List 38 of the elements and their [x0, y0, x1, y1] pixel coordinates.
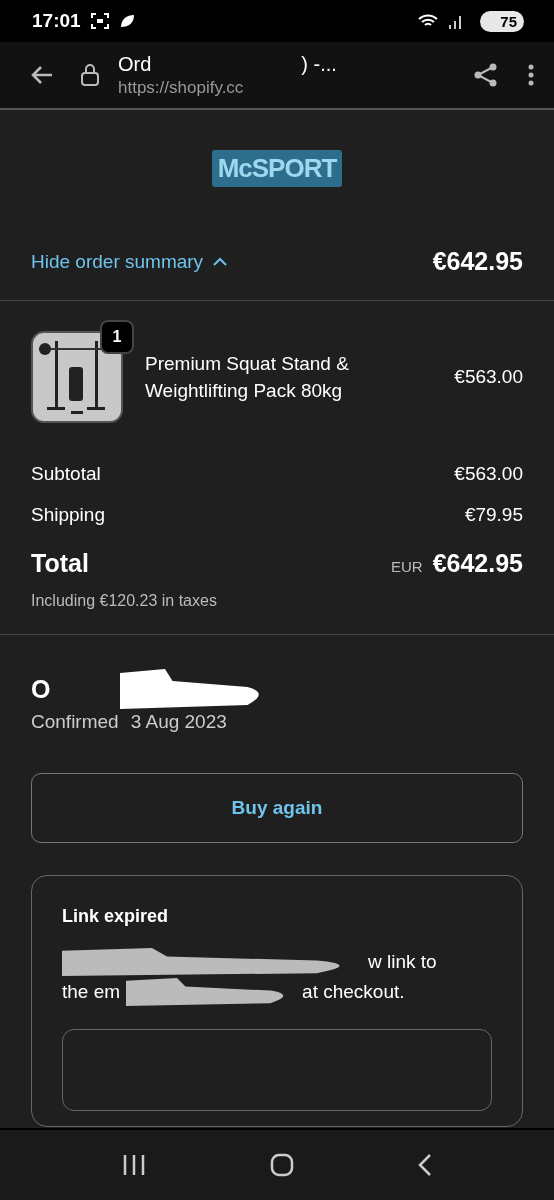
currency-code: EUR [390, 558, 423, 575]
product-price: €563.00 [454, 366, 523, 388]
page-title: Ord [118, 52, 152, 76]
total-label: Total [31, 549, 89, 578]
order-title: O [31, 674, 51, 704]
cost-value: €563.00 [454, 462, 523, 485]
card-text: w link to [368, 951, 437, 973]
back-icon [418, 1153, 432, 1177]
cost-label: Shipping [31, 503, 105, 526]
page-title: ) -... [301, 52, 337, 76]
cost-label: Subtotal [31, 462, 101, 485]
url-text[interactable]: https://shopify.cc [118, 77, 474, 98]
buy-again-button[interactable]: Buy again [31, 773, 523, 843]
more-icon[interactable] [528, 64, 534, 86]
confirmed-label: Confirmed [31, 711, 119, 733]
send-link-button[interactable] [62, 1029, 492, 1111]
chevron-icon [213, 257, 228, 266]
cost-value: €79.95 [464, 503, 523, 526]
home-icon [270, 1153, 294, 1177]
card-text: at checkout. [302, 981, 405, 1003]
tax-note: Including €120.23 in taxes [0, 578, 554, 635]
confirmed-date: 3 Aug 2023 [130, 711, 227, 733]
screenshot-icon [90, 13, 109, 29]
share-icon[interactable] [474, 63, 498, 87]
total-value: €642.95 [432, 549, 523, 578]
store-logo: McSPORT [211, 150, 343, 187]
lock-icon [80, 63, 100, 87]
recents-icon [122, 1154, 146, 1176]
quantity-badge: 1 [100, 320, 134, 354]
order-summary-toggle[interactable]: Hide order summary [31, 250, 228, 273]
battery-indicator: 75 [480, 10, 524, 32]
status-time: 17:01 [32, 10, 81, 32]
card-text: the em [62, 981, 121, 1003]
back-arrow-icon[interactable] [30, 65, 54, 85]
card-title: Link expired [62, 906, 170, 927]
leaf-icon [118, 13, 135, 29]
summary-total: €642.95 [432, 247, 523, 276]
product-name: Premium Squat Stand & Weightlifting Pack 80kg [145, 352, 350, 403]
